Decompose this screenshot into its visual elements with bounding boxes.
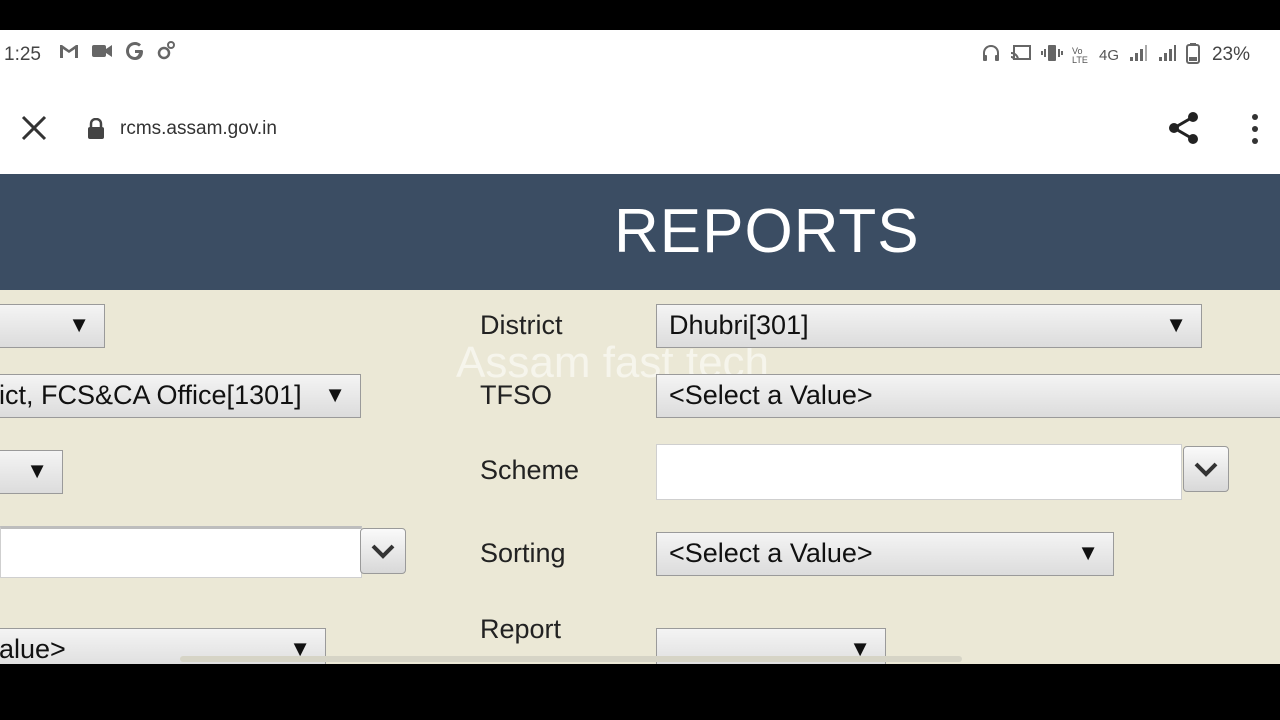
dropdown-arrow-icon: ▼ — [26, 458, 48, 483]
office-select-value: ict, FCS&CA Office[1301] — [0, 380, 302, 410]
battery-icon — [1186, 42, 1200, 69]
url-text[interactable]: rcms.assam.gov.in — [120, 118, 277, 140]
page-header: REPORTS — [0, 174, 1280, 290]
left-select-5-value: alue> — [0, 634, 66, 664]
cast-icon — [1010, 43, 1032, 68]
status-right-icons: Vo LTE 4G — [981, 42, 1200, 69]
district-label: District — [480, 310, 563, 340]
page-title: REPORTS — [614, 197, 920, 266]
report-form: ▼ ict, FCS&CA Office[1301] ▼ ▼ alue> ▼ A… — [0, 290, 1280, 664]
office-select[interactable]: ict, FCS&CA Office[1301] ▼ — [0, 374, 361, 418]
bottom-letterbox — [0, 664, 1280, 720]
signal-icon — [1128, 43, 1148, 68]
headphones-icon — [981, 43, 1001, 68]
sorting-label: Sorting — [480, 538, 566, 568]
left-combo-button[interactable] — [360, 528, 406, 574]
dropdown-arrow-icon: ▼ — [324, 382, 346, 407]
district-select[interactable]: Dhubri[301] ▼ — [656, 304, 1202, 348]
left-combo-input[interactable] — [0, 526, 362, 578]
sorting-select-value: <Select a Value> — [669, 538, 873, 568]
district-select-value: Dhubri[301] — [669, 310, 809, 340]
dropdown-arrow-icon: ▼ — [1165, 312, 1187, 337]
video-icon — [90, 40, 114, 67]
settings-icon — [156, 40, 176, 67]
left-select-1[interactable]: ▼ — [0, 304, 105, 348]
status-time: 1:25 — [4, 44, 41, 65]
browser-url-bar: rcms.assam.gov.in — [0, 82, 1280, 174]
sorting-select[interactable]: <Select a Value> ▼ — [656, 532, 1114, 576]
report-label: Report — [480, 614, 562, 644]
signal-icon — [1157, 43, 1177, 68]
tfso-select[interactable]: <Select a Value> — [656, 374, 1280, 418]
battery-percent: 23% — [1211, 44, 1250, 65]
scheme-input[interactable] — [656, 444, 1182, 500]
tfso-select-value: <Select a Value> — [669, 380, 873, 410]
close-icon[interactable] — [18, 112, 50, 144]
horizontal-scrollbar[interactable] — [180, 656, 962, 662]
4g-icon: 4G — [1098, 47, 1119, 64]
scheme-label: Scheme — [480, 455, 580, 485]
chevron-down-icon — [371, 544, 395, 559]
dropdown-arrow-icon: ▼ — [1077, 540, 1099, 565]
dropdown-arrow-icon: ▼ — [68, 312, 90, 337]
google-icon — [124, 40, 146, 67]
chevron-down-icon — [1194, 462, 1218, 477]
share-icon[interactable] — [1166, 110, 1202, 146]
status-left-icons — [58, 40, 176, 67]
tfso-label: TFSO — [480, 380, 552, 410]
lock-icon — [87, 117, 105, 140]
left-select-3[interactable]: ▼ — [0, 450, 63, 494]
scheme-combo-button[interactable] — [1183, 446, 1229, 492]
volte-icon: Vo LTE — [1071, 45, 1088, 65]
vibrate-icon — [1040, 43, 1063, 68]
gmail-icon — [58, 40, 80, 67]
more-options-icon[interactable] — [1244, 112, 1266, 146]
status-bar: 1:25 Vo LTE 4G 23% — [0, 30, 1280, 82]
